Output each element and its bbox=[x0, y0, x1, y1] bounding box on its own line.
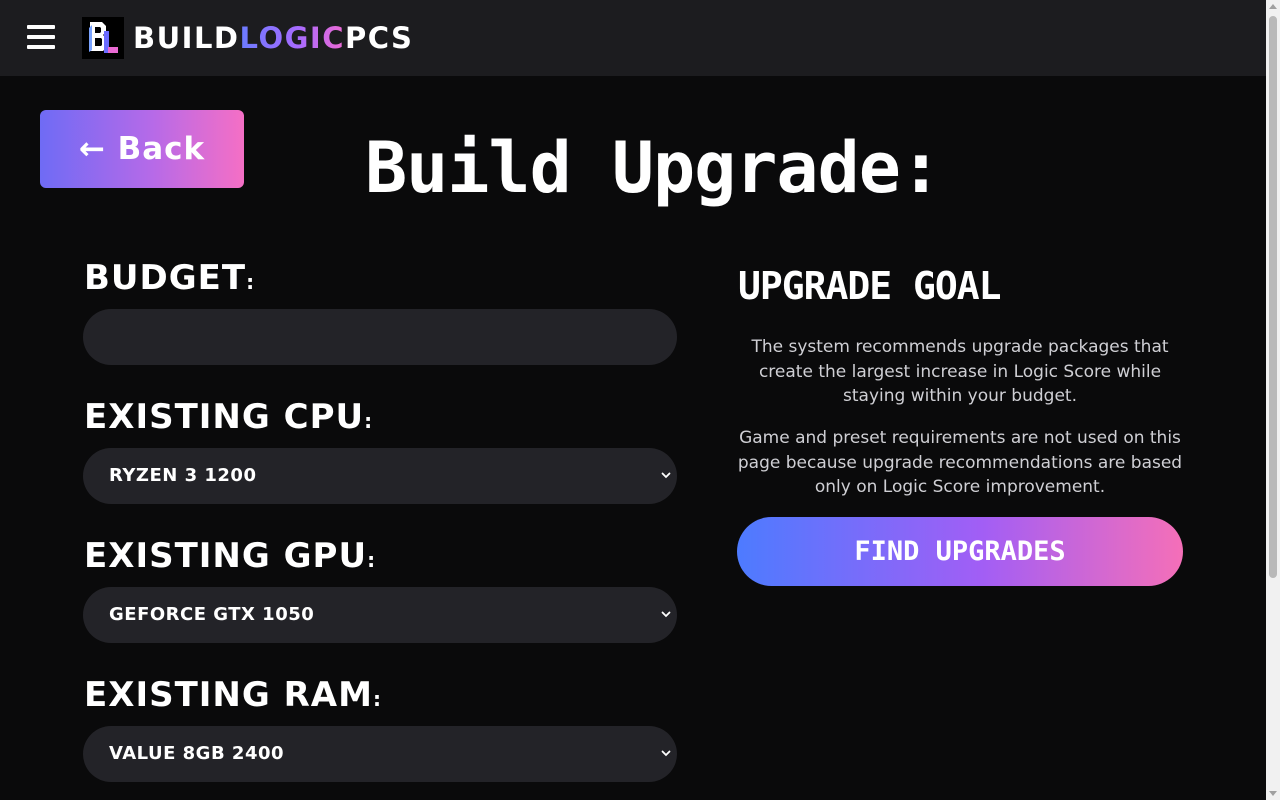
budget-input[interactable] bbox=[83, 309, 677, 365]
cpu-selected-value: RYZEN 3 1200 bbox=[109, 465, 257, 486]
label-colon: : bbox=[372, 687, 382, 711]
cpu-label: EXISTING CPU: bbox=[84, 397, 373, 441]
budget-label: BUDGET: bbox=[84, 258, 255, 302]
chevron-down-icon bbox=[661, 472, 671, 479]
menu-line bbox=[27, 35, 55, 39]
menu-line bbox=[27, 45, 55, 49]
brand-build: BUILD bbox=[133, 21, 240, 55]
cpu-label-text: EXISTING CPU bbox=[84, 397, 365, 437]
gpu-label: EXISTING GPU: bbox=[84, 536, 376, 580]
gpu-selected-value: GEFORCE GTX 1050 bbox=[109, 604, 315, 625]
brand-pcs: PCS bbox=[344, 21, 414, 55]
brand-wordmark[interactable]: BUILDLOGICPCS bbox=[133, 20, 413, 56]
scroll-up-arrow-icon[interactable] bbox=[1269, 4, 1277, 9]
page-title: Build Upgrade: bbox=[365, 127, 942, 209]
label-colon: : bbox=[246, 270, 256, 294]
brand-logic: LOGIC bbox=[239, 21, 345, 55]
top-nav-bar: BUILDLOGICPCS bbox=[0, 0, 1266, 76]
gpu-select[interactable]: GEFORCE GTX 1050 bbox=[83, 587, 677, 643]
chevron-down-icon bbox=[661, 611, 671, 618]
scrollbar-thumb[interactable] bbox=[1269, 16, 1277, 578]
goal-description: The system recommends upgrade packages t… bbox=[751, 337, 1169, 406]
menu-line bbox=[27, 25, 55, 29]
upgrade-goal-heading: UPGRADE GOAL bbox=[738, 264, 1002, 308]
find-upgrades-button[interactable]: FIND UPGRADES bbox=[737, 517, 1183, 586]
budget-label-text: BUDGET bbox=[84, 258, 247, 298]
chevron-down-icon bbox=[661, 750, 671, 757]
bl-logo-icon[interactable] bbox=[82, 17, 124, 59]
logo-svg bbox=[82, 17, 124, 59]
cpu-select[interactable]: RYZEN 3 1200 bbox=[83, 448, 677, 504]
scroll-down-arrow-icon[interactable] bbox=[1269, 791, 1277, 796]
ram-label-text: EXISTING RAM bbox=[84, 675, 373, 715]
label-colon: : bbox=[367, 548, 377, 572]
ram-selected-value: VALUE 8GB 2400 bbox=[109, 743, 285, 764]
hamburger-menu-icon[interactable] bbox=[24, 22, 58, 52]
ram-label: EXISTING RAM: bbox=[84, 675, 382, 719]
gpu-label-text: EXISTING GPU bbox=[84, 536, 368, 576]
ram-select[interactable]: VALUE 8GB 2400 bbox=[83, 726, 677, 782]
label-colon: : bbox=[364, 409, 374, 433]
goal-note: Game and preset requirements are not use… bbox=[737, 428, 1183, 497]
back-button[interactable]: ← Back bbox=[40, 110, 244, 188]
page-scrollbar[interactable] bbox=[1266, 0, 1280, 800]
